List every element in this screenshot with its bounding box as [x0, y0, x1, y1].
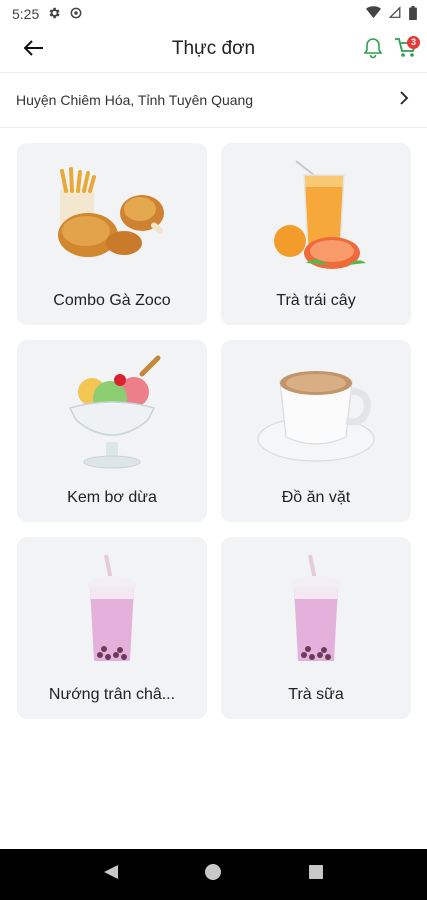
back-button[interactable] — [18, 36, 50, 64]
cart-count-badge: 3 — [407, 36, 420, 49]
menu-card-label: Trà trái cây — [276, 292, 356, 309]
nav-recents-button[interactable] — [301, 860, 331, 890]
signal-icon — [388, 6, 401, 22]
menu-card-combo-ga-zoco[interactable]: Combo Gà Zoco — [17, 143, 207, 325]
menu-card-nuong-tran-chau[interactable]: Nướng trân châ... — [17, 537, 207, 719]
menu-card-label: Nướng trân châ... — [48, 686, 176, 703]
settings-icon — [47, 6, 61, 23]
nav-back-button[interactable] — [96, 860, 126, 890]
location-text: Huyện Chiêm Hóa, Tỉnh Tuyên Quang — [16, 92, 254, 108]
battery-icon — [409, 5, 417, 23]
menu-card-label: Combo Gà Zoco — [53, 292, 171, 309]
menu-card-tra-sua[interactable]: Trà sữa — [221, 537, 411, 719]
menu-card-kem-bo-dua[interactable]: Kem bơ dừa — [17, 340, 207, 522]
nav-back-icon — [102, 863, 120, 886]
bell-icon — [363, 37, 383, 64]
status-time: 5:25 — [12, 6, 40, 22]
arrow-back-icon — [23, 39, 44, 61]
nav-home-icon — [204, 863, 222, 886]
cart-button[interactable]: 3 — [392, 36, 420, 64]
fried-chicken-icon — [52, 157, 172, 277]
menu-card-label: Đồ ăn vặt — [281, 489, 351, 506]
divider — [0, 127, 427, 128]
notifications-button[interactable] — [360, 37, 386, 63]
nav-home-button[interactable] — [198, 860, 228, 890]
nav-recents-icon — [308, 864, 324, 885]
status-bar: 5:25 — [0, 0, 427, 28]
menu-card-do-an-vat[interactable]: Đồ ăn vặt — [221, 340, 411, 522]
fruit-tea-icon — [256, 157, 376, 277]
screen: 5:25 Thực đơn 3 Huyện Chiêm Hóa, Tỉnh Tu… — [0, 0, 427, 900]
location-selector[interactable]: Huyện Chiêm Hóa, Tỉnh Tuyên Quang — [0, 73, 427, 127]
coffee-cup-icon — [256, 354, 376, 474]
system-nav-bar — [0, 849, 427, 900]
wifi-icon — [366, 6, 381, 22]
sync-icon — [69, 6, 83, 23]
menu-card-label: Kem bơ dừa — [67, 489, 157, 506]
menu-card-label: Trà sữa — [288, 686, 344, 703]
chevron-right-icon — [400, 90, 409, 110]
ice-cream-icon — [52, 354, 172, 474]
status-right — [366, 5, 417, 23]
menu-card-tra-trai-cay[interactable]: Trà trái cây — [221, 143, 411, 325]
app-bar: Thực đơn 3 — [0, 28, 427, 72]
menu-grid: Combo Gà Zoco Trà trái cây Kem bơ dừa Đồ… — [17, 143, 411, 719]
bubble-tea-icon — [52, 551, 172, 671]
status-left: 5:25 — [12, 6, 83, 23]
bubble-tea-icon — [256, 551, 376, 671]
